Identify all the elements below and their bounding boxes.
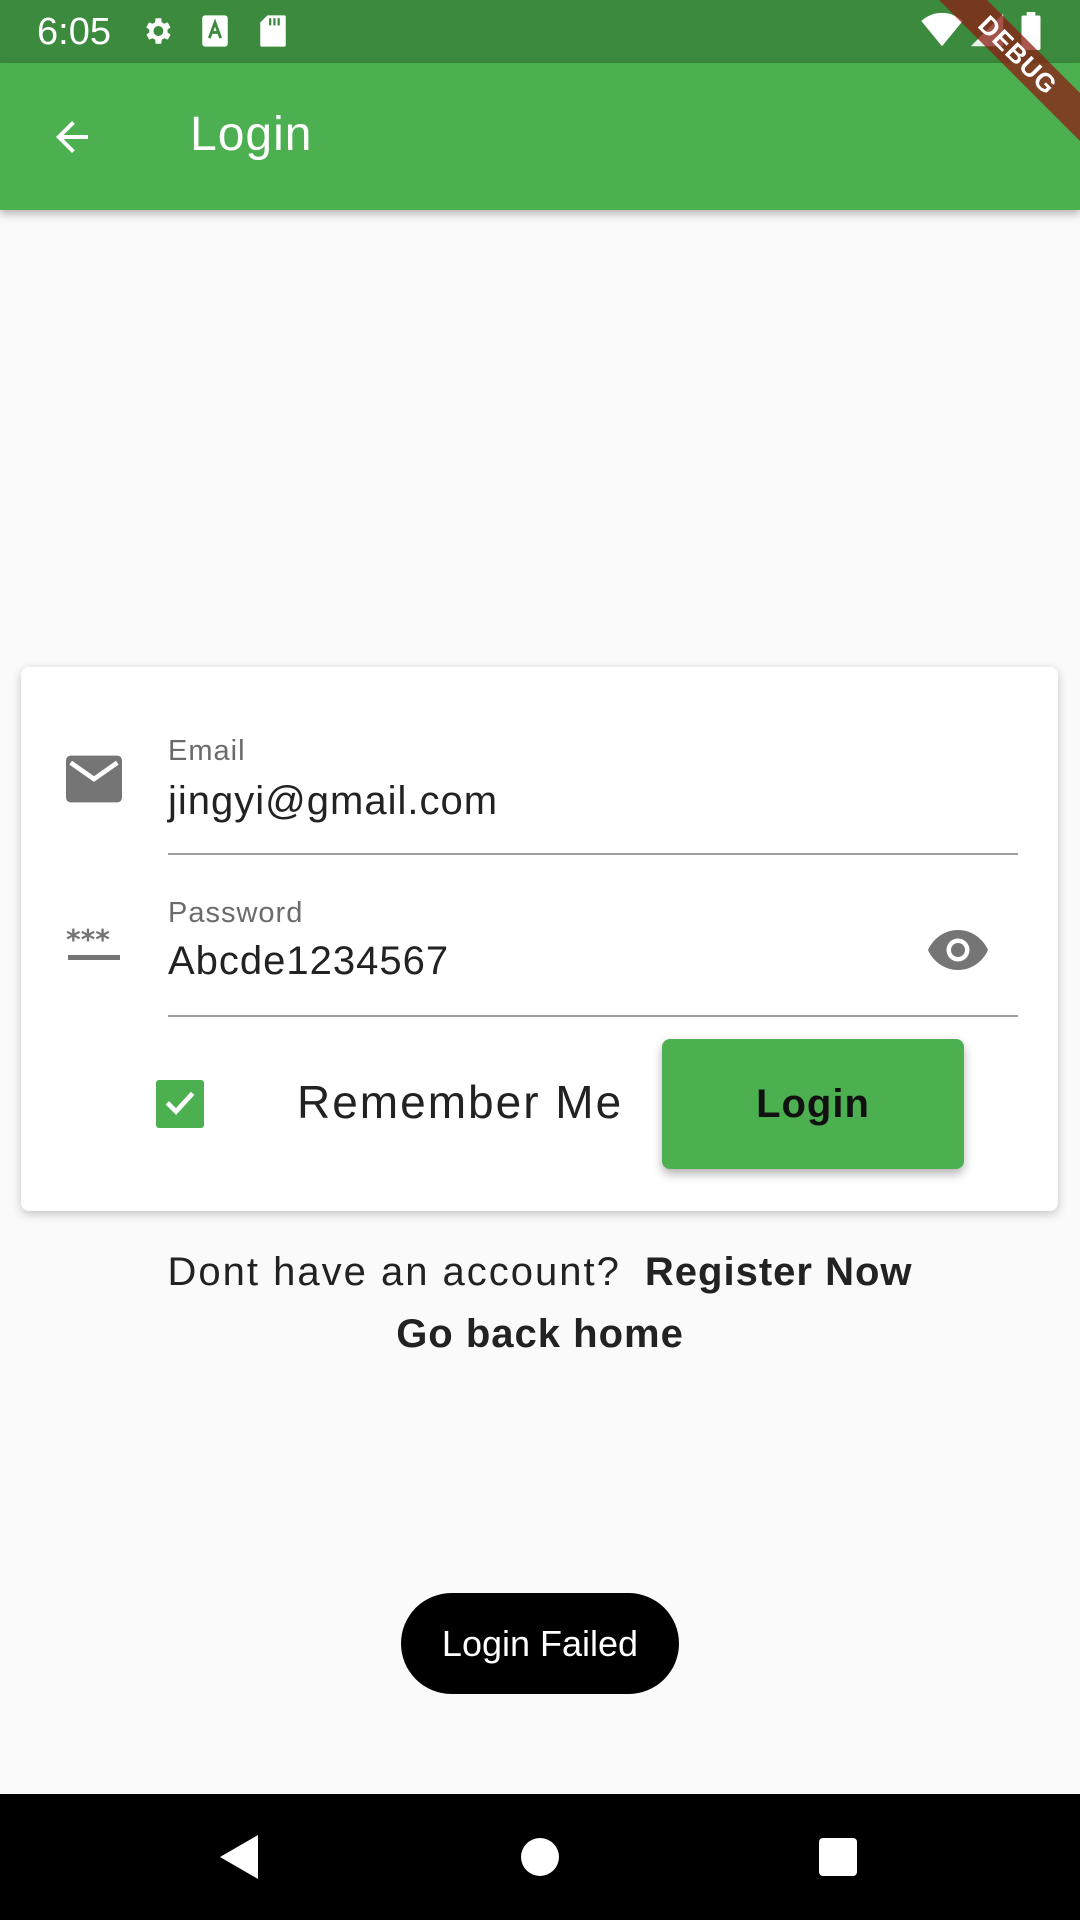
remember-me-label: Remember Me: [297, 1076, 624, 1128]
status-time: 6:05: [37, 11, 111, 53]
home-circle-icon: [520, 1837, 560, 1882]
go-back-home-link: Go back home: [0, 1312, 1080, 1357]
page-title: Login: [190, 108, 313, 161]
login-failed-toast: Login Failed: [401, 1593, 679, 1694]
email-underline: [168, 853, 1018, 855]
register-prompt: Dont have an account?: [167, 1250, 621, 1294]
status-bar: 6:05: [0, 0, 1080, 63]
password-label: Password: [168, 897, 304, 929]
login-button[interactable]: Login: [662, 1039, 964, 1169]
register-row: Dont have an account? Register Now: [0, 1250, 1080, 1295]
recents-square-icon: [818, 1837, 858, 1882]
gear-icon: [140, 14, 174, 53]
sd-card-icon: [258, 14, 288, 53]
login-screen: 6:05 DEBUG Login Email jingyi@gmail.com …: [0, 0, 1080, 1920]
login-card: Email jingyi@gmail.com *** Password Abcd…: [21, 667, 1058, 1211]
arrow-back-icon: [48, 113, 96, 166]
app-bar: Login: [0, 63, 1080, 210]
password-visibility-toggle[interactable]: [923, 917, 993, 987]
email-field[interactable]: jingyi@gmail.com: [168, 779, 498, 824]
system-nav-bar: [0, 1794, 1080, 1920]
go-back-home-text[interactable]: Go back home: [396, 1312, 684, 1356]
nav-recents-button[interactable]: [803, 1824, 873, 1894]
back-triangle-icon: [218, 1833, 262, 1886]
nav-home-button[interactable]: [505, 1824, 575, 1894]
remember-me-checkbox[interactable]: [156, 1080, 204, 1128]
register-now-link[interactable]: Register Now: [645, 1250, 913, 1294]
password-underline: [168, 1015, 1018, 1017]
password-field[interactable]: Abcde1234567: [168, 939, 449, 984]
keyboard-a-icon: [200, 14, 230, 53]
eye-icon: [928, 929, 988, 976]
svg-text:***: ***: [66, 925, 110, 956]
password-icon: ***: [66, 923, 122, 970]
check-icon: [161, 1083, 199, 1126]
email-label: Email: [168, 735, 246, 767]
mail-icon: [66, 755, 122, 808]
nav-back-button[interactable]: [205, 1824, 275, 1894]
back-button[interactable]: [32, 99, 112, 179]
